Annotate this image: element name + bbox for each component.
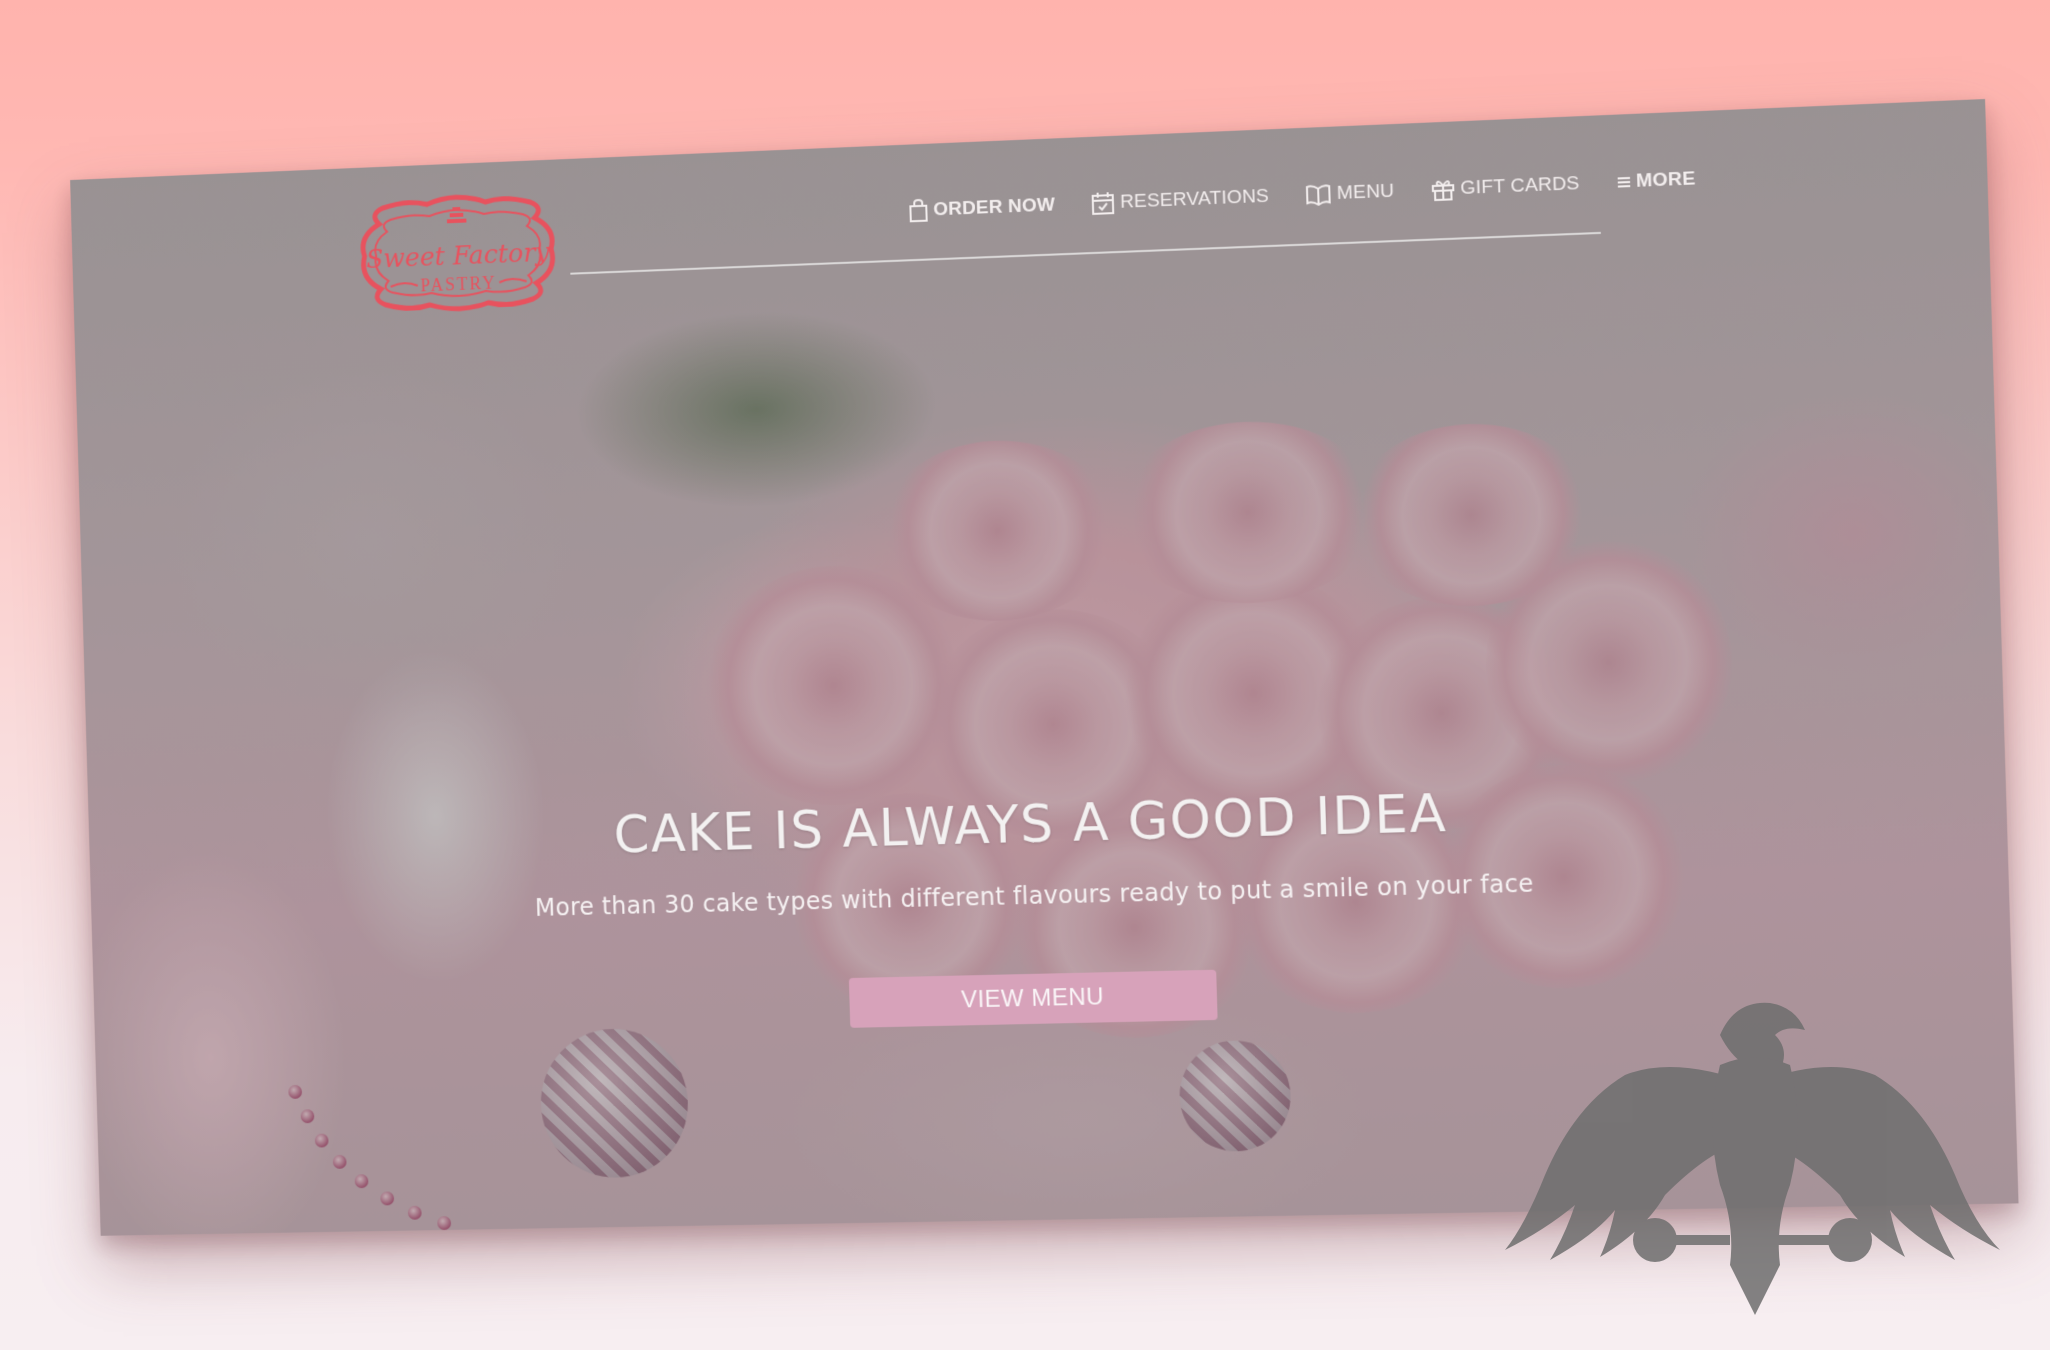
sweet-factory-logo[interactable]: Sweet Factory PASTRY bbox=[349, 189, 566, 316]
nav-label: ORDER NOW bbox=[933, 194, 1056, 221]
nav-label: MORE bbox=[1635, 168, 1696, 192]
gift-icon bbox=[1431, 177, 1456, 202]
view-menu-button[interactable]: VIEW MENU bbox=[848, 969, 1218, 1028]
nav-label: GIFT CARDS bbox=[1460, 172, 1580, 200]
eagle-silhouette-icon bbox=[1505, 1002, 2000, 1315]
nav-more[interactable]: MORE bbox=[1616, 168, 1696, 194]
nav-label: MENU bbox=[1336, 180, 1395, 205]
hamburger-menu-icon bbox=[1616, 175, 1631, 190]
open-book-icon bbox=[1305, 183, 1332, 206]
logo-text-line1: Sweet Factory bbox=[366, 238, 551, 275]
logo-text-line2: PASTRY bbox=[420, 273, 497, 296]
shopping-bag-icon bbox=[908, 199, 929, 224]
calendar-check-icon bbox=[1091, 191, 1116, 216]
mockup-stage: Sweet Factory PASTRY ORDER NOW RESERVATI… bbox=[0, 0, 2050, 1350]
nav-menu[interactable]: MENU bbox=[1305, 181, 1395, 207]
nav-label: RESERVATIONS bbox=[1119, 185, 1270, 213]
